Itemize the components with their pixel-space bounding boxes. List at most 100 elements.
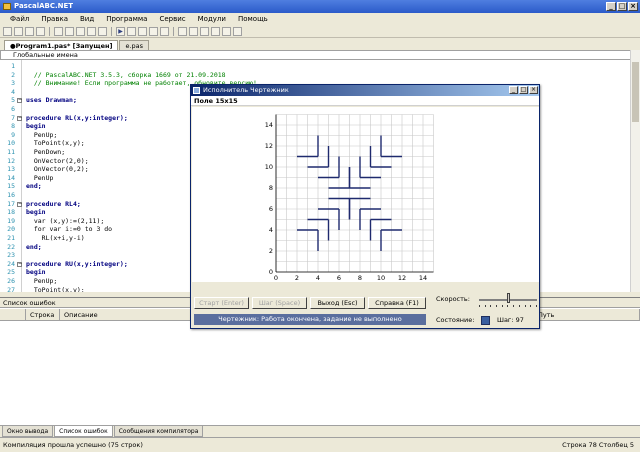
drawman-maximize-button[interactable]: □ (519, 86, 528, 94)
menu-help[interactable]: Помощь (232, 13, 274, 25)
tab-error-list[interactable]: Список ошибок (54, 426, 113, 437)
line-number: 27 (7, 285, 15, 292)
x-tick-label: 14 (419, 274, 427, 282)
start-button[interactable]: Старт (Enter) (194, 297, 249, 309)
x-tick-label: 4 (316, 274, 320, 282)
line-number: 19 (7, 216, 15, 225)
paste-icon[interactable] (76, 26, 85, 36)
tab-e-pas[interactable]: e.pas (119, 40, 150, 50)
column-header-line[interactable]: Строка (26, 309, 60, 320)
line-number: 23 (7, 251, 15, 260)
new-file-icon[interactable] (3, 26, 12, 36)
tab-compiler-messages[interactable]: Сообщения компилятора (113, 426, 204, 437)
fold-toggle-icon[interactable]: − (17, 115, 22, 121)
y-tick-label: 8 (269, 184, 273, 192)
format-icon[interactable] (178, 26, 187, 36)
code-line: ToPoint(x,y); (26, 285, 85, 292)
line-number: 15 (7, 182, 15, 191)
pause-icon[interactable] (127, 26, 136, 36)
fold-toggle-icon[interactable]: − (17, 261, 22, 267)
drawman-title: Исполнитель Чертежник (203, 86, 289, 94)
drawman-close-button[interactable]: × (529, 86, 538, 94)
help-button[interactable]: Справка (F1) (368, 297, 426, 309)
scrollbar-thumb[interactable] (632, 62, 639, 122)
stop-icon[interactable] (138, 26, 147, 36)
file-tabs: ●Program1.pas* [Запущен] e.pas (0, 39, 640, 50)
output-icon[interactable] (200, 26, 209, 36)
x-tick-label: 8 (358, 274, 362, 282)
menu-file[interactable]: Файл (4, 13, 35, 25)
code-line: OnVector(0,2); (26, 165, 89, 174)
scope-combo[interactable]: Глобальные имена (0, 50, 640, 60)
x-tick-label: 2 (295, 274, 299, 282)
watch-icon[interactable] (222, 26, 231, 36)
editor-scrollbar[interactable] (630, 50, 640, 292)
menu-program[interactable]: Программа (100, 13, 153, 25)
save-icon[interactable] (25, 26, 34, 36)
column-header-icon[interactable] (0, 309, 26, 320)
code-line: begin (26, 208, 46, 217)
line-number: 5 (11, 96, 15, 105)
scope-label: Глобальные имена (13, 51, 78, 59)
drawing-grid: 00 2 2 4 4 6 6 8 8 10 10 12 12 14 14 (265, 114, 434, 282)
code-line: procedure RL4; (26, 199, 81, 208)
line-number: 25 (7, 268, 15, 277)
undo-icon[interactable] (87, 26, 96, 36)
code-line: PenUp; (26, 130, 58, 139)
window-icon[interactable] (189, 26, 198, 36)
open-folder-icon[interactable] (14, 26, 23, 36)
menu-modules[interactable]: Модули (192, 13, 232, 25)
line-number: 14 (7, 173, 15, 182)
y-tick-label: 4 (269, 226, 273, 234)
column-header-path[interactable]: Путь (534, 309, 640, 320)
toolbar: ▶ (0, 25, 640, 38)
drawman-minimize-button[interactable]: _ (509, 86, 518, 94)
code-line: procedure RL(x,y:integer); (26, 113, 128, 122)
code-line: PenUp (26, 173, 54, 182)
code-line: RL(x+i,y-i) (26, 234, 85, 242)
line-number: 1 (11, 62, 15, 70)
line-number: 6 (11, 105, 15, 113)
step-into-icon[interactable] (149, 26, 158, 36)
run-icon[interactable]: ▶ (116, 26, 125, 36)
cut-icon[interactable] (54, 26, 63, 36)
line-number: 18 (7, 208, 15, 217)
menu-bar: Файл Правка Вид Программа Сервис Модули … (0, 13, 640, 25)
code-line: PenDown; (26, 148, 66, 156)
options-icon[interactable] (233, 26, 242, 36)
redo-icon[interactable] (98, 26, 107, 36)
tab-program1[interactable]: ●Program1.pas* [Запущен] (4, 40, 119, 50)
code-line: end; (26, 242, 42, 251)
code-line: for var i:=0 to 3 do (26, 225, 113, 234)
fold-toggle-icon[interactable]: − (17, 201, 22, 207)
x-tick-label: 12 (398, 274, 406, 282)
menu-service[interactable]: Сервис (153, 13, 191, 25)
menu-edit[interactable]: Правка (35, 13, 74, 25)
tab-output-window[interactable]: Окно вывода (2, 426, 54, 437)
line-number: 22 (7, 242, 15, 251)
minimize-button[interactable]: _ (606, 2, 616, 11)
speed-slider-thumb[interactable] (507, 293, 510, 303)
line-number: 11 (7, 148, 15, 156)
line-number: 10 (7, 139, 15, 148)
close-button[interactable]: × (628, 2, 638, 11)
state-label: Состояние: (436, 316, 475, 324)
line-number: 9 (11, 130, 15, 139)
line-number: 16 (7, 191, 15, 199)
line-number: 4 (11, 87, 15, 96)
line-number: 24 (7, 259, 15, 268)
debug-icon[interactable] (211, 26, 220, 36)
y-tick-label: 2 (269, 247, 273, 255)
save-all-icon[interactable] (36, 26, 45, 36)
step-button[interactable]: Шаг (Space) (252, 297, 307, 309)
maximize-button[interactable]: □ (617, 2, 627, 11)
copy-icon[interactable] (65, 26, 74, 36)
y-tick-label: 14 (265, 121, 273, 129)
bottom-tabs: Окно вывода Список ошибок Сообщения комп… (0, 425, 640, 437)
line-number: 20 (7, 225, 15, 234)
drawing-canvas: 0 0 2 2 4 4 6 6 8 8 10 10 12 12 14 14 (192, 107, 539, 282)
menu-view[interactable]: Вид (74, 13, 100, 25)
step-over-icon[interactable] (160, 26, 169, 36)
fold-toggle-icon[interactable]: − (17, 98, 22, 104)
exit-button[interactable]: Выход (Esc) (310, 297, 365, 309)
